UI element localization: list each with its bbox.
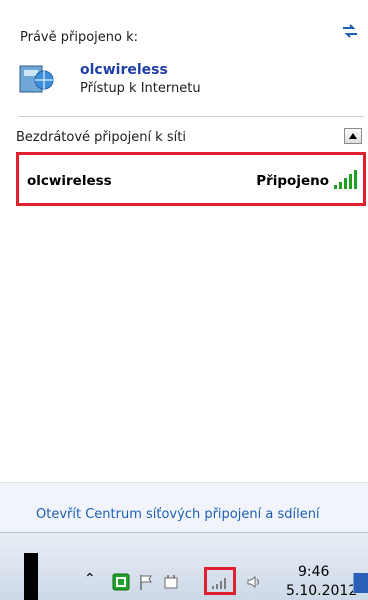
network-connection-state: Připojeno — [256, 173, 329, 189]
wireless-section-header: Bezdrátové připojení k síti — [16, 130, 186, 145]
signal-strength-icon — [334, 170, 357, 189]
chevron-up-icon[interactable]: ⌃ — [84, 571, 96, 587]
collapse-section-button[interactable] — [344, 128, 362, 144]
network-globe-icon — [19, 65, 54, 93]
show-desktop-button[interactable] — [353, 573, 368, 593]
current-connection-header: Právě připojeno k: — [20, 30, 139, 45]
network-flyout: Právě připojeno k: olcwireless Přístup k… — [0, 0, 368, 533]
clock-time[interactable]: 9:46 — [298, 564, 329, 580]
section-divider — [18, 116, 364, 117]
network-name: olcwireless — [27, 173, 112, 189]
volume-icon[interactable] — [246, 573, 264, 591]
flag-icon[interactable] — [138, 573, 156, 591]
current-connection: olcwireless Přístup k Internetu — [18, 58, 348, 104]
network-center-link[interactable]: Otevřít Centrum síťových připojení a sdí… — [36, 507, 320, 522]
connection-name: olcwireless — [80, 62, 168, 78]
connection-status: Přístup k Internetu — [80, 81, 201, 96]
flyout-footer: Otevřít Centrum síťových připojení a sdí… — [0, 482, 368, 533]
refresh-icon[interactable] — [340, 22, 360, 40]
app-icon[interactable] — [112, 573, 130, 591]
taskbar: ⌃ 9:46 5.10.2012 — [0, 532, 368, 600]
network-icon-highlight — [204, 567, 236, 595]
clock-date[interactable]: 5.10.2012 — [286, 583, 357, 599]
power-icon[interactable] — [162, 573, 180, 591]
network-list-item[interactable]: olcwireless Připojeno — [16, 152, 366, 206]
taskbar-item[interactable] — [24, 553, 38, 600]
